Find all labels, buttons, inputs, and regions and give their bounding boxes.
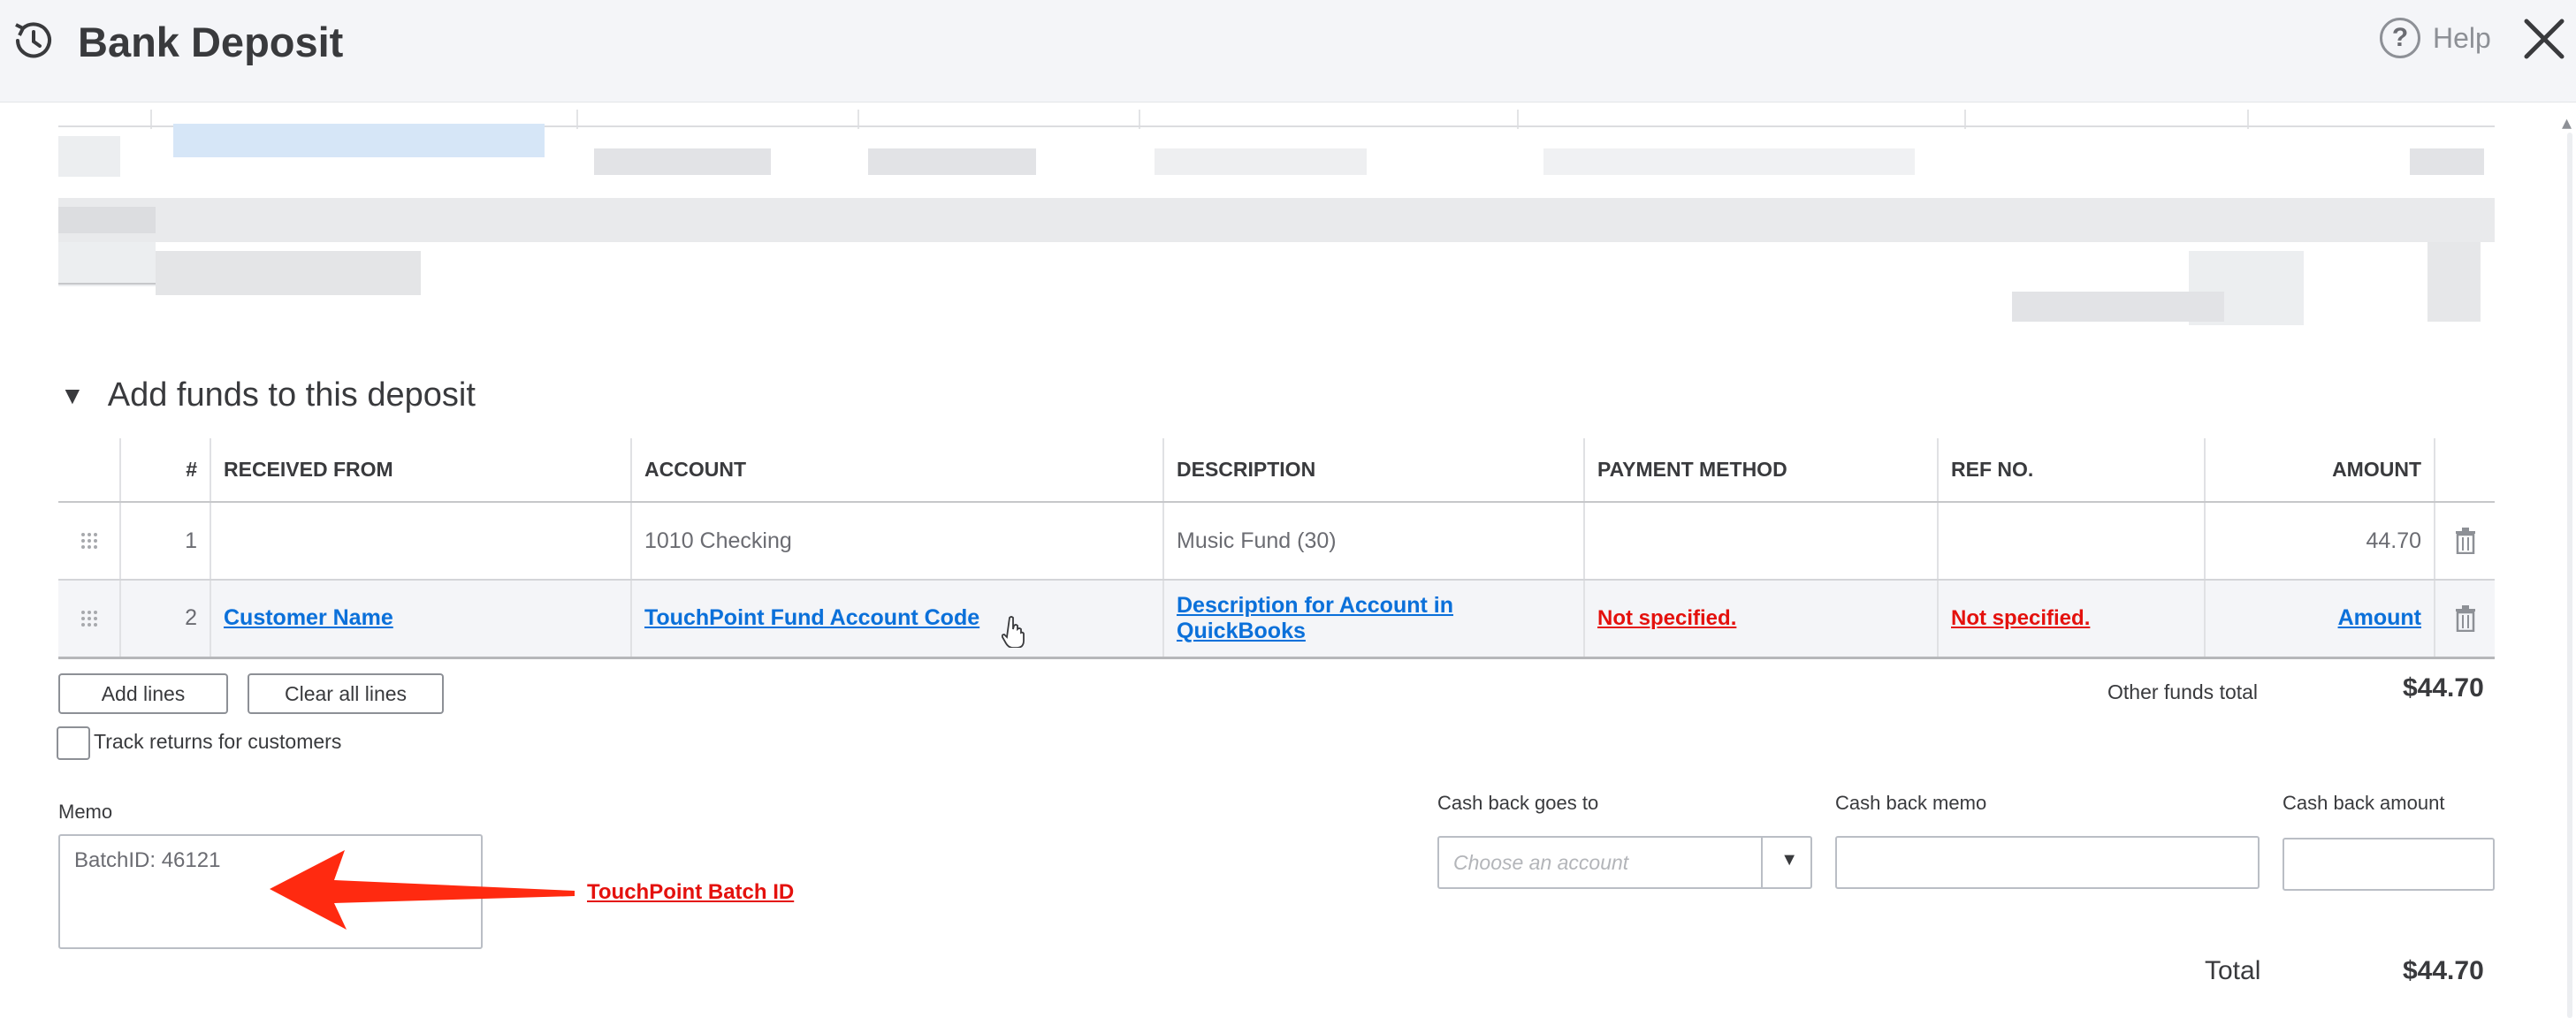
drag-handle-icon[interactable] bbox=[80, 610, 98, 627]
cash-back-amount-label: Cash back amount bbox=[2283, 792, 2445, 814]
cash-back-goes-to-label: Cash back goes to bbox=[1437, 792, 1599, 814]
track-returns-label: Track returns for customers bbox=[94, 730, 342, 753]
received-from-cell[interactable] bbox=[210, 502, 632, 581]
amount-cell[interactable]: Amount bbox=[2205, 580, 2435, 659]
account-annotation: TouchPoint Fund Account Code bbox=[644, 605, 980, 631]
total-label: Total bbox=[2205, 956, 2261, 985]
other-funds-total-value: $44.70 bbox=[2403, 673, 2484, 703]
other-funds-total-label: Other funds total bbox=[2107, 680, 2259, 703]
payment-method-annotation: Not specified. bbox=[1597, 606, 1737, 631]
modal-header: Bank Deposit ? Help bbox=[0, 0, 2576, 103]
column-header-description: DESCRIPTION bbox=[1163, 438, 1585, 503]
column-header-account: ACCOUNT bbox=[631, 438, 1164, 503]
ref-no-cell[interactable]: Not specified. bbox=[1938, 580, 2206, 659]
trash-icon[interactable] bbox=[2455, 528, 2476, 554]
description-cell[interactable]: Description for Account in QuickBooks bbox=[1163, 580, 1585, 659]
payment-method-cell[interactable] bbox=[1584, 502, 1939, 581]
cash-back-account-select[interactable]: Choose an account ▼ bbox=[1437, 836, 1812, 889]
blurred-deposit-table bbox=[58, 110, 2495, 330]
row-number: 2 bbox=[120, 580, 211, 659]
payment-method-cell[interactable]: Not specified. bbox=[1584, 580, 1939, 659]
cash-back-account-placeholder: Choose an account bbox=[1453, 851, 1629, 874]
batch-id-annotation: TouchPoint Batch ID bbox=[587, 880, 795, 904]
hand-cursor-icon bbox=[1002, 616, 1025, 648]
amount-cell[interactable]: 44.70 bbox=[2205, 502, 2435, 581]
help-circle-icon: ? bbox=[2380, 18, 2420, 58]
table-row[interactable]: 2 Customer Name TouchPoint Fund Account … bbox=[58, 580, 2495, 659]
help-label: Help bbox=[2433, 21, 2491, 54]
table-header-row: # RECEIVED FROM ACCOUNT DESCRIPTION PAYM… bbox=[58, 438, 2495, 503]
ref-no-cell[interactable] bbox=[1938, 502, 2206, 581]
column-header-ref-no: REF NO. bbox=[1938, 438, 2206, 503]
row-number: 1 bbox=[120, 502, 211, 581]
received-from-cell[interactable]: Customer Name bbox=[210, 580, 632, 659]
description-cell[interactable]: Music Fund (30) bbox=[1163, 502, 1585, 581]
funds-table: # RECEIVED FROM ACCOUNT DESCRIPTION PAYM… bbox=[58, 438, 2495, 659]
cash-back-amount-input[interactable] bbox=[2283, 838, 2495, 891]
scrollbar[interactable] bbox=[2567, 133, 2572, 1018]
account-cell[interactable]: TouchPoint Fund Account Code bbox=[631, 580, 1164, 659]
section-title: Add funds to this deposit bbox=[107, 376, 476, 414]
table-row[interactable]: 1 1010 Checking Music Fund (30) 44.70 bbox=[58, 502, 2495, 581]
clear-all-lines-button[interactable]: Clear all lines bbox=[248, 673, 444, 714]
trash-icon[interactable] bbox=[2455, 604, 2476, 632]
total-value: $44.70 bbox=[2403, 956, 2484, 985]
page-title: Bank Deposit bbox=[78, 19, 344, 65]
help-button[interactable]: ? Help bbox=[2380, 18, 2491, 58]
account-cell[interactable]: 1010 Checking bbox=[631, 502, 1164, 581]
column-header-amount: AMOUNT bbox=[2205, 438, 2435, 503]
close-icon[interactable] bbox=[2519, 14, 2569, 64]
description-annotation: Description for Account in QuickBooks bbox=[1177, 592, 1453, 643]
add-funds-section-toggle[interactable]: ▼ Add funds to this deposit bbox=[60, 376, 476, 414]
column-header-received-from: RECEIVED FROM bbox=[210, 438, 632, 503]
chevron-down-icon[interactable]: ▼ bbox=[1780, 850, 1798, 870]
drag-column-header bbox=[58, 438, 121, 503]
received-from-annotation: Customer Name bbox=[224, 605, 393, 631]
scroll-up-icon[interactable]: ▴ bbox=[2562, 111, 2572, 134]
drag-handle-icon[interactable] bbox=[80, 532, 98, 550]
track-returns-checkbox[interactable] bbox=[57, 726, 90, 760]
triangle-down-icon: ▼ bbox=[60, 381, 85, 409]
memo-label: Memo bbox=[58, 801, 113, 823]
ref-no-annotation: Not specified. bbox=[1951, 606, 2091, 631]
column-header-payment-method: PAYMENT METHOD bbox=[1584, 438, 1939, 503]
column-header-num: # bbox=[120, 438, 211, 503]
history-clock-icon bbox=[15, 22, 51, 58]
cash-back-memo-label: Cash back memo bbox=[1835, 792, 1987, 814]
cash-back-memo-input[interactable] bbox=[1835, 836, 2260, 889]
red-arrow-icon bbox=[270, 850, 575, 930]
add-lines-button[interactable]: Add lines bbox=[58, 673, 228, 714]
amount-annotation: Amount bbox=[2337, 605, 2421, 631]
delete-column-header bbox=[2435, 438, 2495, 503]
